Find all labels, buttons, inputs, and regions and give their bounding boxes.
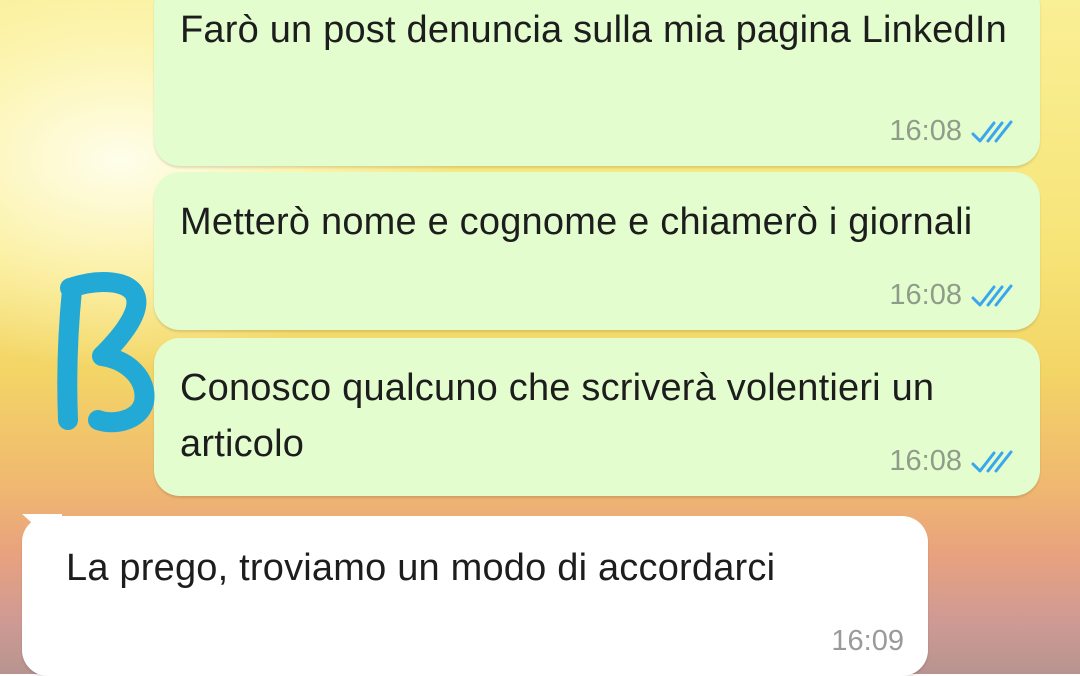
message-meta: 16:09 [831,625,904,658]
outgoing-message-bubble[interactable]: Metterò nome e cognome e chiamerò i gior… [154,172,1040,330]
outgoing-message-bubble[interactable]: Farò un post denuncia sulla mia pagina L… [154,0,1040,166]
message-text: La prego, troviamo un modo di accordarci [66,547,776,589]
chat-message-list[interactable]: Farò un post denuncia sulla mia pagina L… [0,0,1080,676]
outgoing-message-bubble[interactable]: Conosco qualcuno che scriverà volentieri… [154,338,1040,496]
message-text: Conosco qualcuno che scriverà volentieri… [180,367,935,465]
double-check-read-icon [971,120,1013,142]
double-check-read-icon [971,284,1013,306]
message-text: Farò un post denuncia sulla mia pagina L… [180,9,1007,51]
message-time: 16:08 [889,279,962,311]
incoming-message-bubble[interactable]: La prego, troviamo un modo di accordarci… [22,516,928,676]
message-time: 16:08 [889,115,962,147]
message-text: Metterò nome e cognome e chiamerò i gior… [180,201,973,243]
message-time: 16:08 [889,445,962,477]
handwritten-b-scribble [57,272,155,433]
message-time: 16:09 [831,625,904,657]
message-meta: 16:08 [889,279,1016,312]
double-check-read-icon [971,450,1013,472]
message-meta: 16:08 [889,445,1016,478]
message-meta: 16:08 [889,115,1016,148]
